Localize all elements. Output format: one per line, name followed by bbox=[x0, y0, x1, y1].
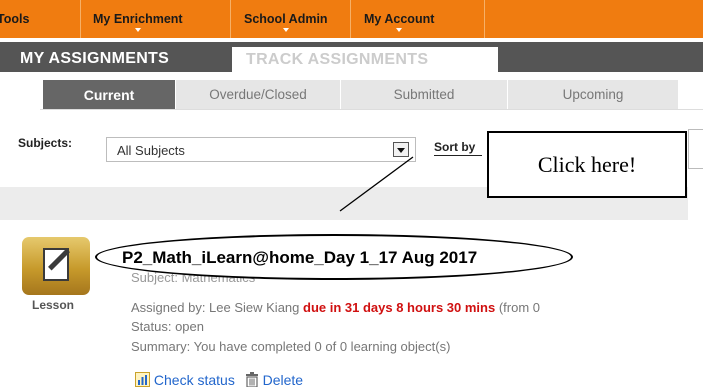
lesson-type-label: Lesson bbox=[32, 298, 75, 312]
assignment-actions: Check status Delete bbox=[135, 372, 303, 388]
check-status-button[interactable]: Check status bbox=[135, 372, 239, 388]
status-line: Status: open bbox=[131, 319, 204, 334]
delete-button[interactable]: Delete bbox=[245, 372, 303, 388]
chart-icon bbox=[135, 372, 150, 387]
callout-pointer-line bbox=[339, 156, 414, 212]
delete-label: Delete bbox=[262, 372, 304, 388]
from-text: (from 0 bbox=[498, 300, 540, 315]
callout-box: Click here! bbox=[487, 131, 687, 198]
lesson-icon[interactable] bbox=[22, 237, 90, 295]
assigned-by: Assigned by: Lee Siew Kiang bbox=[131, 300, 300, 315]
due-text: due in 31 days 8 hours 30 mins bbox=[303, 300, 496, 315]
assignment-title[interactable]: P2_Math_iLearn@home_Day 1_17 Aug 2017 bbox=[122, 248, 477, 268]
check-status-label: Check status bbox=[153, 372, 235, 388]
trash-icon bbox=[245, 372, 258, 387]
summary-line: Summary: You have completed 0 of 0 learn… bbox=[131, 339, 451, 354]
assignment-title-highlight[interactable]: P2_Math_iLearn@home_Day 1_17 Aug 2017 bbox=[95, 234, 573, 280]
assigned-by-line: Assigned by: Lee Siew Kiang due in 31 da… bbox=[131, 300, 540, 315]
